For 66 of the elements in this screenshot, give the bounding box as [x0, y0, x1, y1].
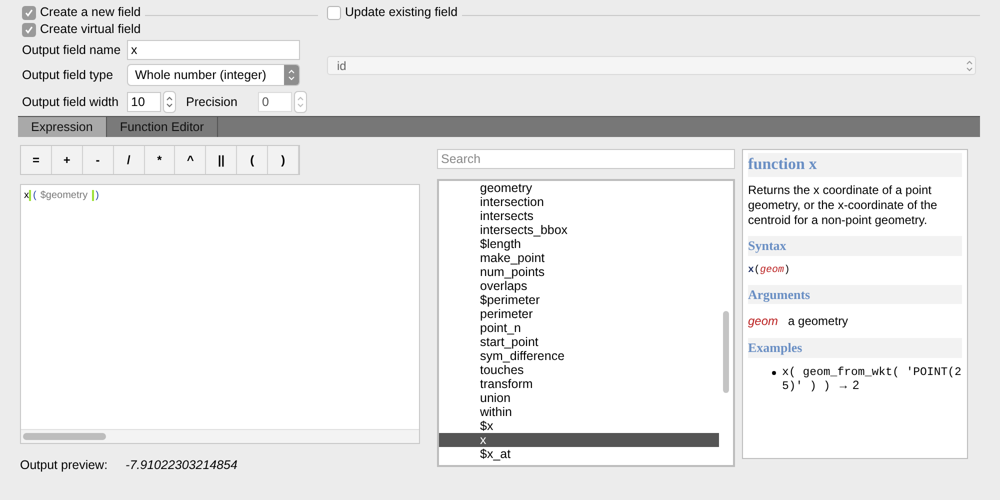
dropdown-arrows-icon: [966, 60, 973, 72]
name-field[interactable]: x: [127, 40, 300, 60]
checkbox-label: Create virtual field: [40, 21, 141, 38]
checkbox-label: Create a new field: [40, 4, 141, 22]
list-item[interactable]: start_point: [439, 335, 719, 349]
list-item[interactable]: $length: [439, 237, 719, 251]
field-label: Output field name: [22, 42, 122, 59]
operator-button[interactable]: (: [237, 146, 268, 174]
search-field[interactable]: Search: [437, 149, 735, 169]
argument-description: a geometry: [788, 313, 848, 330]
list-item[interactable]: within: [439, 405, 719, 419]
operator-button[interactable]: -: [82, 146, 114, 174]
list-item[interactable]: make_point: [439, 251, 719, 265]
checkbox[interactable]: [22, 22, 36, 36]
operator-button[interactable]: =: [21, 146, 52, 174]
list-item[interactable]: intersects: [439, 209, 719, 223]
checkbox[interactable]: [22, 6, 36, 20]
scrollbar-thumb[interactable]: [723, 311, 729, 393]
preview-value: -7.91022303214854: [126, 457, 238, 474]
syntax-text: x(geom): [748, 264, 792, 278]
list-item[interactable]: intersects_bbox: [439, 223, 719, 237]
operator-button[interactable]: ): [268, 146, 300, 174]
operator-button[interactable]: ^: [175, 146, 206, 174]
list-item[interactable]: point_n: [439, 321, 719, 335]
list-item[interactable]: geometry: [439, 181, 719, 195]
section-heading: Arguments: [748, 284, 962, 304]
list-item[interactable]: $x_at: [439, 447, 719, 461]
field-label: Precision: [186, 94, 238, 111]
section-heading: Syntax: [748, 236, 962, 256]
spinner-arrows-icon[interactable]: [163, 91, 176, 113]
preview-label: Output preview:: [20, 457, 108, 474]
bullet-icon: [772, 370, 776, 374]
list-item[interactable]: union: [439, 391, 719, 405]
checkbox-label: Update existing field: [345, 4, 458, 22]
list-item[interactable]: overlaps: [439, 279, 719, 293]
list-item[interactable]: num_points: [439, 265, 719, 279]
operator-button[interactable]: +: [52, 146, 83, 174]
list-item[interactable]: transform: [439, 377, 719, 391]
width-field[interactable]: 10: [127, 92, 161, 112]
field-dropdown[interactable]: id: [327, 56, 976, 75]
list-item[interactable]: $x: [439, 419, 719, 433]
list-item[interactable]: $perimeter: [439, 293, 719, 307]
precision-field[interactable]: 0: [258, 92, 292, 112]
list-item[interactable]: x: [439, 433, 719, 447]
list-item[interactable]: touches: [439, 363, 719, 377]
list-item[interactable]: perimeter: [439, 307, 719, 321]
field-label: Output field width: [22, 94, 120, 111]
example-code: x( geom_from_wkt( 'POINT(2 5)' ) ) → 2: [782, 366, 962, 392]
scrollbar-thumb[interactable]: [23, 433, 106, 440]
checkbox[interactable]: [327, 6, 341, 20]
description-text: Returns the x coordinate of a point geometry, or the x-coordinate of the centroid for a non-point geometry.: [748, 183, 938, 228]
tab[interactable]: Expression: [18, 117, 107, 137]
spinner-arrows-icon[interactable]: [294, 91, 307, 113]
operator-button[interactable]: /: [114, 146, 145, 174]
dropdown-arrows-icon: [284, 65, 299, 85]
section-heading: Examples: [748, 338, 962, 358]
operator-button[interactable]: ||: [206, 146, 238, 174]
argument-name: geom: [748, 313, 778, 330]
expression-editor[interactable]: x ( $geometry ): [20, 184, 420, 444]
field-label: Output field type: [22, 66, 114, 84]
type-dropdown[interactable]: Whole number (integer): [127, 64, 300, 86]
section-heading: function x: [748, 153, 962, 177]
operator-button[interactable]: *: [144, 146, 176, 174]
expression-text: x ( $geometry ): [24, 190, 99, 201]
list-item[interactable]: sym_difference: [439, 349, 719, 363]
list-item[interactable]: intersection: [439, 195, 719, 209]
